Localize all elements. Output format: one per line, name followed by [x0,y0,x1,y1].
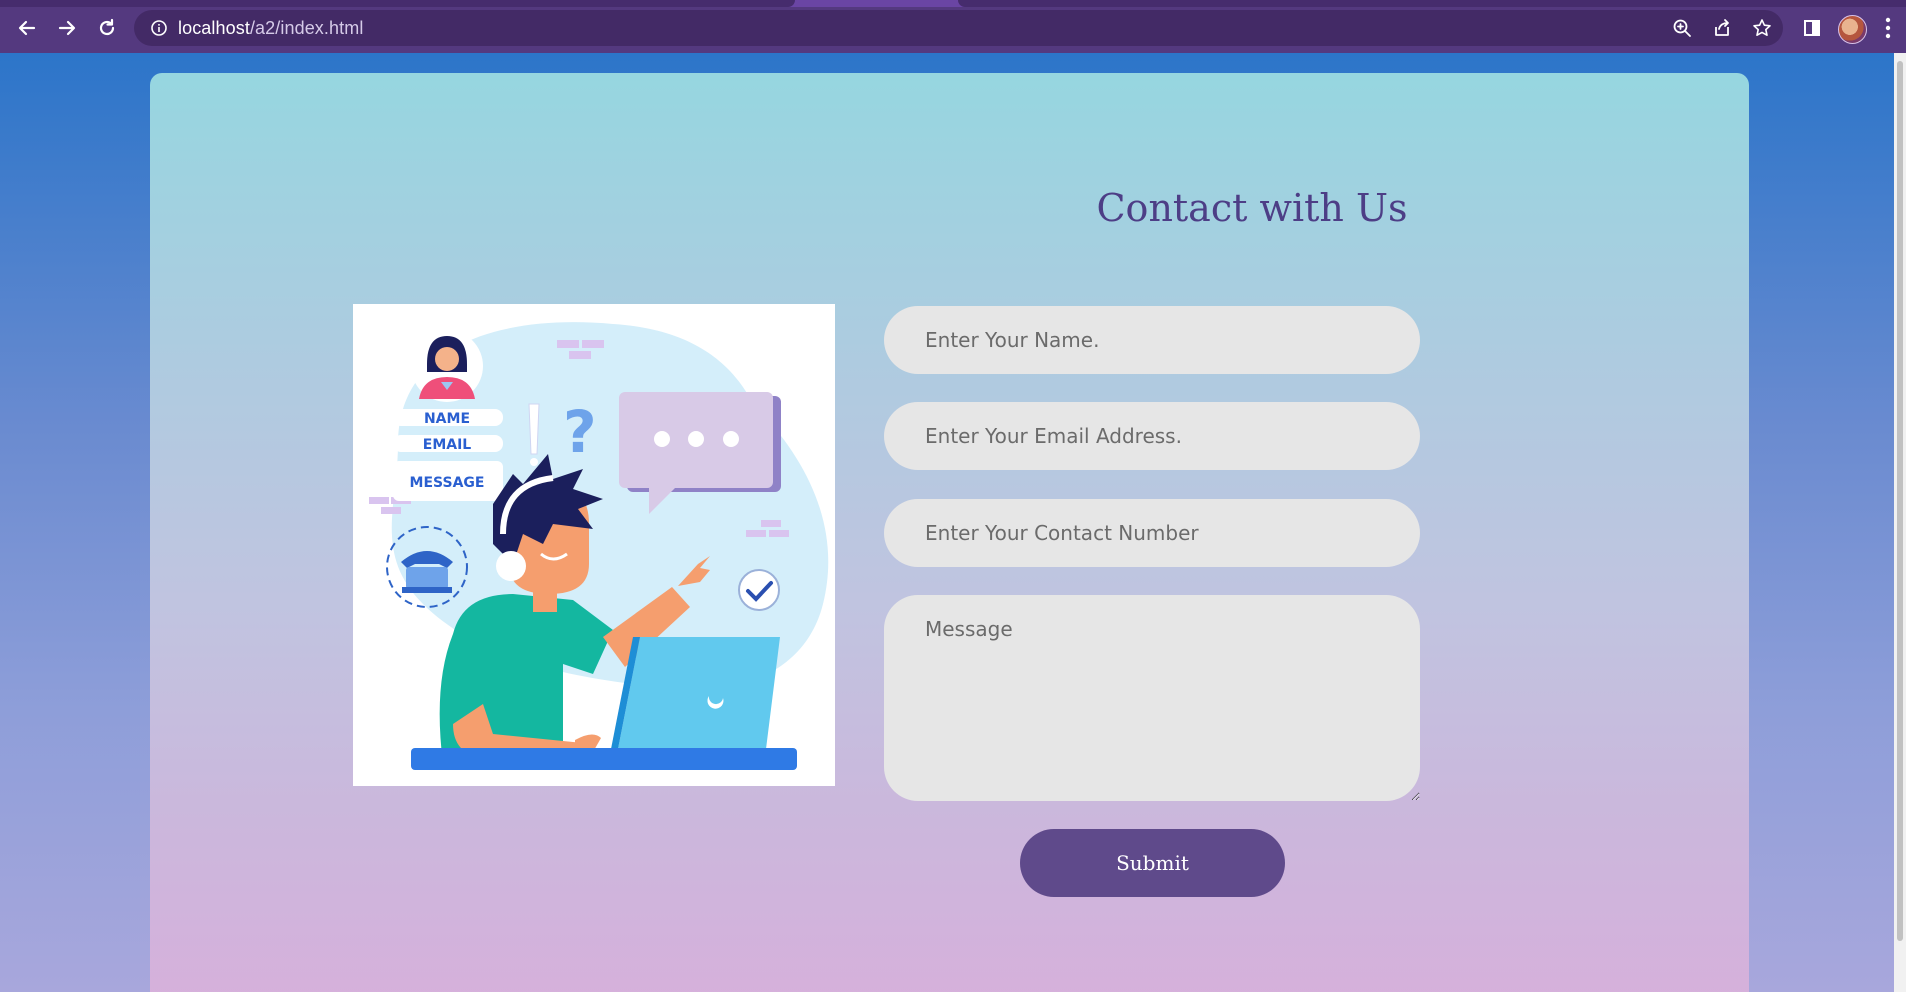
reload-button[interactable] [92,13,122,43]
url-path: /a2/index.html [249,18,364,38]
bookmark-button[interactable] [1747,10,1777,46]
page-viewport: NAME EMAIL MESSAGE ? Contact with Us Ent… [0,53,1894,992]
back-arrow-icon [18,20,36,36]
illus-label-name: NAME [424,411,470,427]
forward-arrow-icon [58,20,76,36]
support-agent-illustration: NAME EMAIL MESSAGE ? [369,322,829,770]
reload-icon [99,18,115,36]
illus-label-email: EMAIL [423,437,472,453]
contact-illustration: NAME EMAIL MESSAGE ? [353,304,835,786]
illus-label-message: MESSAGE [410,475,485,491]
email-field[interactable] [884,402,1420,470]
forward-button[interactable] [52,13,82,43]
scrollbar-thumb[interactable] [1897,61,1903,941]
tab-right[interactable] [958,0,1906,7]
page-scrollbar[interactable] [1894,53,1906,992]
zoom-button[interactable] [1667,10,1697,46]
bookmark-star-icon [1753,19,1771,36]
svg-text:?: ? [563,398,597,466]
kebab-menu-icon[interactable] [1884,17,1892,39]
browser-toolbar: localhost/a2/index.html [0,0,1906,53]
url-host: localhost [178,18,250,38]
profile-avatar[interactable] [1838,15,1867,44]
side-panel-button[interactable] [1797,10,1827,46]
url-text[interactable]: localhost/a2/index.html [178,18,363,39]
message-field[interactable] [884,595,1420,801]
share-icon [1715,19,1729,36]
page-title: Contact with Us [1096,186,1408,230]
info-icon[interactable] [150,19,168,37]
submit-button[interactable]: Submit [1020,829,1285,897]
share-button[interactable] [1707,10,1737,46]
tab-left[interactable] [0,0,795,7]
back-button[interactable] [12,13,42,43]
zoom-icon [1673,19,1691,37]
tab-strip [0,0,1906,7]
side-panel-icon [1804,20,1820,36]
address-bar[interactable]: localhost/a2/index.html [134,10,1783,46]
name-field[interactable] [884,306,1420,374]
contact-number-field[interactable] [884,499,1420,567]
